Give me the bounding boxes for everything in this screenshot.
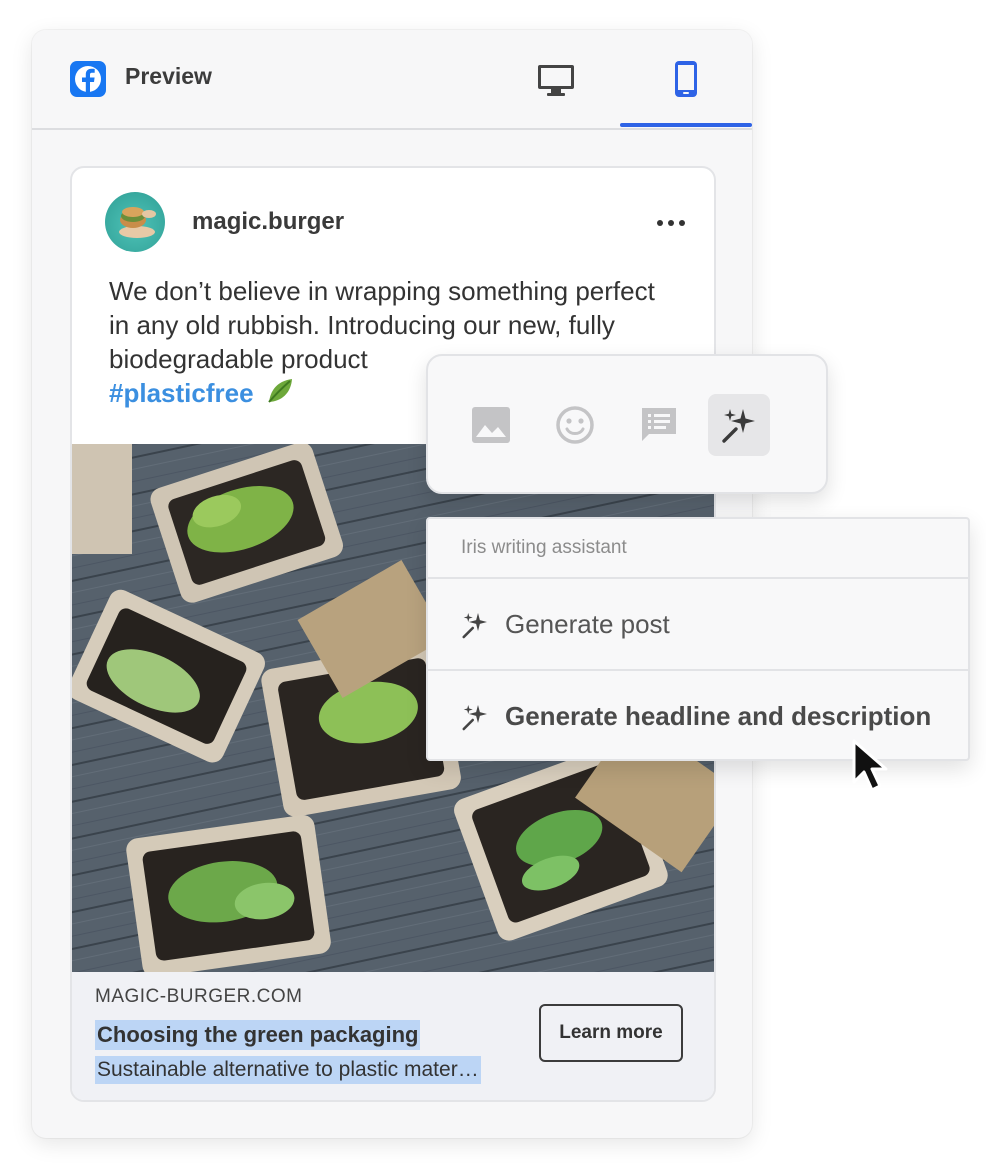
panel-header: Preview [32, 30, 752, 130]
insert-text-button[interactable] [628, 394, 690, 456]
sparkles-icon [462, 705, 487, 731]
link-preview[interactable]: MAGIC-BURGER.COM Choosing the green pack… [72, 972, 714, 1100]
link-domain: MAGIC-BURGER.COM [95, 986, 303, 1007]
hashtag[interactable]: #plasticfree [109, 378, 254, 408]
image-icon [472, 407, 510, 443]
link-description[interactable]: Sustainable alternative to plastic mater… [95, 1056, 481, 1084]
menu-item-generate-post[interactable]: Generate post [428, 579, 968, 671]
menu-item-label: Generate post [505, 609, 670, 639]
mouse-cursor-icon [852, 739, 888, 792]
learn-more-button[interactable]: Learn more [539, 1004, 683, 1062]
sparkles-icon [722, 409, 755, 443]
writing-assistant-button[interactable] [708, 394, 770, 456]
active-tab-indicator [620, 123, 752, 127]
composer-toolbar [426, 354, 828, 494]
more-options-button[interactable] [642, 206, 700, 240]
sparkles-icon [462, 613, 487, 639]
tab-desktop[interactable] [526, 56, 586, 106]
menu-item-label: Generate headline and description [505, 701, 932, 731]
menu-header: Iris writing assistant [428, 519, 968, 579]
avatar [105, 192, 165, 252]
menu-header-label: Iris writing assistant [461, 537, 627, 558]
leaf-emoji-icon [268, 379, 292, 403]
more-horizontal-icon [657, 220, 685, 226]
post-author[interactable]: magic.burger [192, 208, 344, 236]
emoji-icon [556, 406, 594, 444]
insert-emoji-button[interactable] [544, 394, 606, 456]
stage: Preview magic.burger We don’t believe in… [0, 0, 986, 1171]
desktop-icon [538, 65, 574, 96]
tab-mobile[interactable] [620, 30, 752, 128]
link-headline[interactable]: Choosing the green packaging [95, 1020, 421, 1050]
mobile-icon [675, 61, 697, 97]
panel-title: Preview [125, 63, 212, 89]
facebook-icon [70, 61, 106, 97]
text-snippet-icon [642, 408, 676, 441]
insert-image-button[interactable] [460, 394, 522, 456]
writing-assistant-menu: Iris writing assistant Generate post Gen… [426, 517, 970, 761]
